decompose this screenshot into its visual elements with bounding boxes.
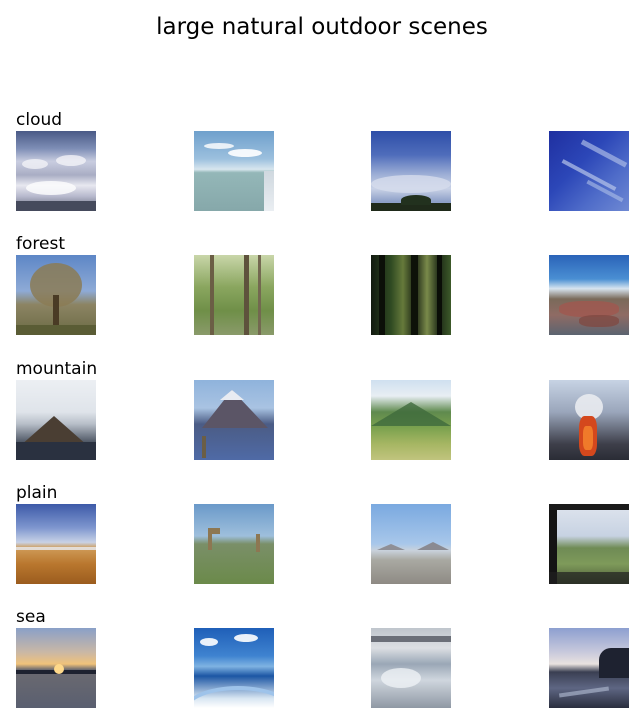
plain-image-2 <box>194 504 274 584</box>
cloud-image-1 <box>16 131 96 211</box>
cloud-image-2 <box>194 131 274 211</box>
cloud-image-4 <box>549 131 629 211</box>
sea-image-1 <box>16 628 96 708</box>
plain-image-4 <box>549 504 629 584</box>
mountain-image-3 <box>371 380 451 460</box>
figure-title: large natural outdoor scenes <box>156 14 488 40</box>
mountain-image-2 <box>194 380 274 460</box>
row-label-cloud: cloud <box>16 110 63 130</box>
sea-image-3 <box>371 628 451 708</box>
forest-image-3 <box>371 255 451 335</box>
row-label-plain: plain <box>16 483 58 503</box>
plain-image-1 <box>16 504 96 584</box>
sea-image-2 <box>194 628 274 708</box>
row-label-sea: sea <box>16 607 46 627</box>
plain-image-3 <box>371 504 451 584</box>
row-label-mountain: mountain <box>16 359 98 379</box>
forest-image-2 <box>194 255 274 335</box>
mountain-image-4 <box>549 380 629 460</box>
forest-image-4 <box>549 255 629 335</box>
row-label-forest: forest <box>16 234 65 254</box>
cloud-image-3 <box>371 131 451 211</box>
forest-image-1 <box>16 255 96 335</box>
sea-image-4 <box>549 628 629 708</box>
mountain-image-1 <box>16 380 96 460</box>
